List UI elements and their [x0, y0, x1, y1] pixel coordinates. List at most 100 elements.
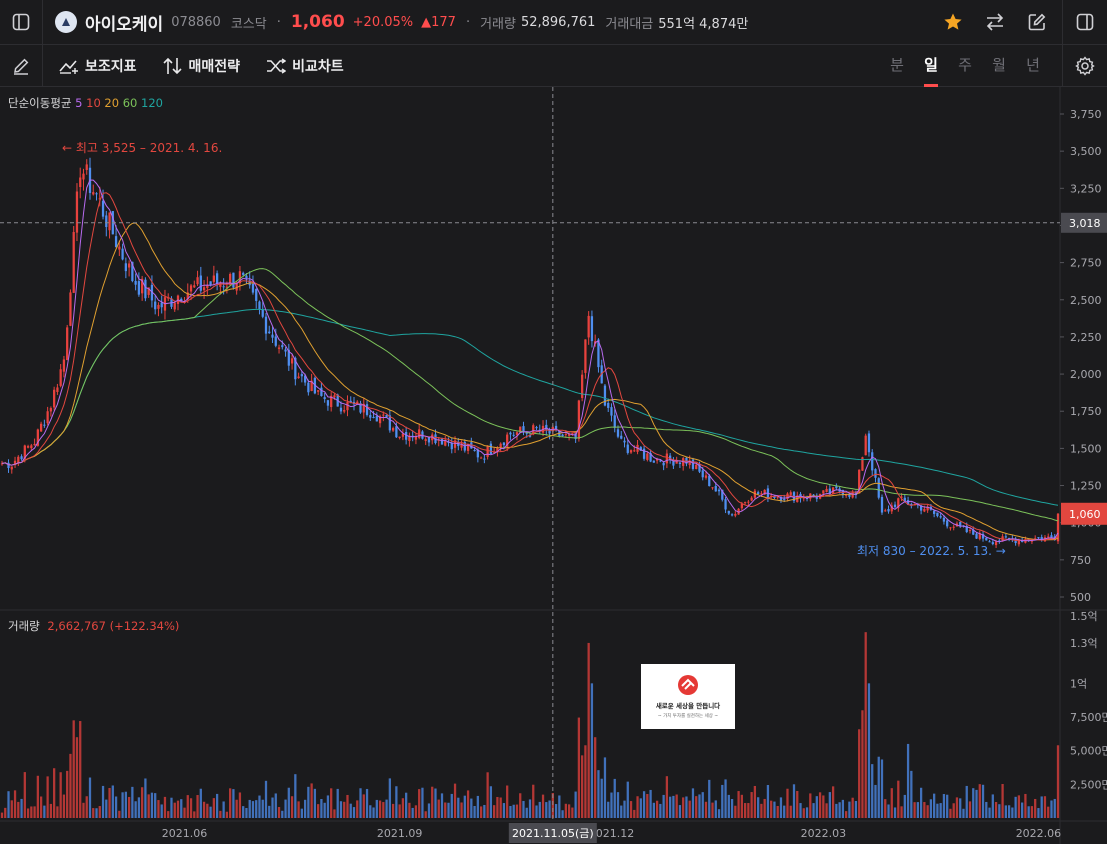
favorite-button[interactable] [932, 1, 974, 43]
settings-button[interactable] [1063, 45, 1107, 87]
volume-bar [1027, 806, 1030, 818]
period-month[interactable]: 월 [982, 45, 1016, 87]
volume-bar [682, 797, 685, 818]
volume-bar [981, 784, 985, 818]
volume-bar [783, 805, 786, 818]
date-tick-label: 2021.06 [162, 827, 208, 840]
volume-bar [1024, 793, 1027, 818]
volume-bar [864, 632, 867, 818]
volume-bar [581, 755, 584, 818]
price-tick-label: 3,250 [1070, 182, 1102, 195]
volume-bar [1053, 798, 1056, 818]
volume-bar [101, 785, 105, 818]
volume-bar [398, 804, 401, 818]
candle-body [134, 280, 137, 285]
volume-bar [150, 792, 154, 818]
period-year[interactable]: 년 [1016, 45, 1050, 87]
indicators-button[interactable]: 보조지표 [59, 56, 137, 76]
volume-bar [444, 802, 447, 818]
volume-bar [39, 796, 43, 818]
period-day[interactable]: 일 [914, 45, 948, 87]
volume-bar [326, 795, 330, 818]
volume-bar [59, 772, 62, 818]
change-percent: +20.05% [352, 14, 414, 30]
ma-legend-title: 단순이동평균 [8, 96, 72, 110]
edit-button[interactable] [1016, 1, 1058, 43]
volume-bar [271, 797, 274, 818]
volume-bar [884, 799, 887, 818]
volume-bar [545, 802, 548, 818]
period-week[interactable]: 주 [948, 45, 982, 87]
current-price-label: 1,060 [1069, 508, 1101, 521]
volume-bar [320, 798, 323, 818]
draw-tool-button[interactable] [0, 45, 42, 87]
volume-bar [378, 800, 382, 818]
volume-tick-label: 2,500만 [1070, 778, 1107, 791]
volume-bar [88, 777, 92, 818]
volume-bar [532, 784, 535, 818]
high-annotation: ← 최고 3,525 – 2021. 4. 16. [62, 141, 223, 155]
candle-body [7, 462, 10, 469]
candle-body [923, 508, 926, 512]
volume-bar [0, 812, 4, 818]
candlestick-chart[interactable]: 3,7503,5003,2503,0002,7502,5002,2502,000… [0, 87, 1107, 844]
candle-body [232, 272, 235, 288]
volume-bar [590, 683, 594, 818]
volume-bar [1001, 784, 1004, 818]
volume-bar [1043, 796, 1047, 818]
volume-bar [92, 808, 95, 818]
watermark-text-1: 새로운 세상을 만듭니다 [655, 702, 721, 710]
right-panel-toggle-button[interactable] [1063, 1, 1107, 43]
candle-body [936, 512, 939, 517]
candle-body [757, 492, 760, 495]
candle-body [701, 470, 704, 478]
volume-bar [730, 798, 734, 818]
swap-button[interactable] [974, 1, 1016, 43]
stock-name[interactable]: 아이오케이 [85, 10, 163, 35]
volume-bar [988, 807, 991, 818]
candle-body [391, 428, 395, 431]
volume-bar [460, 802, 463, 818]
candle-body [53, 389, 56, 408]
volume-bar [818, 792, 822, 818]
volume-bar [365, 788, 369, 818]
candle-body [952, 526, 955, 528]
candle-body [554, 425, 558, 429]
period-minute[interactable]: 분 [880, 45, 914, 87]
volume-bar [910, 770, 913, 818]
candle-body [714, 485, 717, 492]
volume-bar [493, 805, 496, 818]
candle-body [499, 443, 502, 448]
candle-body [603, 385, 607, 406]
compare-button[interactable]: 비교차트 [266, 56, 344, 76]
candle-body [46, 411, 49, 424]
volume-bar [121, 792, 124, 818]
price-tick-label: 500 [1070, 591, 1091, 604]
volume-bar [362, 794, 365, 818]
candle-body [489, 443, 493, 454]
ma20-line [1, 222, 1059, 541]
candle-body [571, 432, 574, 434]
chart-area[interactable]: 3,7503,5003,2503,0002,7502,5002,2502,000… [0, 87, 1107, 844]
strategy-button[interactable]: 매매전략 [162, 56, 240, 76]
volume-bar [85, 796, 88, 818]
candle-body [613, 415, 616, 428]
price-tick-label: 2,500 [1070, 294, 1102, 307]
market-label: 코스닥 [230, 16, 267, 32]
ma5-line [1, 179, 1059, 543]
candle-body [607, 402, 610, 408]
volume-bar [300, 808, 303, 818]
ma20-label: 20 [104, 96, 120, 110]
volume-bar [1011, 807, 1014, 818]
volume-bar [629, 801, 633, 818]
ma60-label: 60 [122, 96, 138, 110]
sidebar-toggle-button[interactable] [0, 1, 42, 43]
volume-bar [111, 785, 114, 818]
volume-bar [193, 811, 196, 818]
volume-bar [72, 720, 75, 818]
volume-bar [564, 803, 567, 818]
volume-bar [509, 805, 512, 818]
candle-body [887, 508, 890, 512]
candle-body [271, 334, 274, 338]
volume-bar [20, 798, 23, 818]
